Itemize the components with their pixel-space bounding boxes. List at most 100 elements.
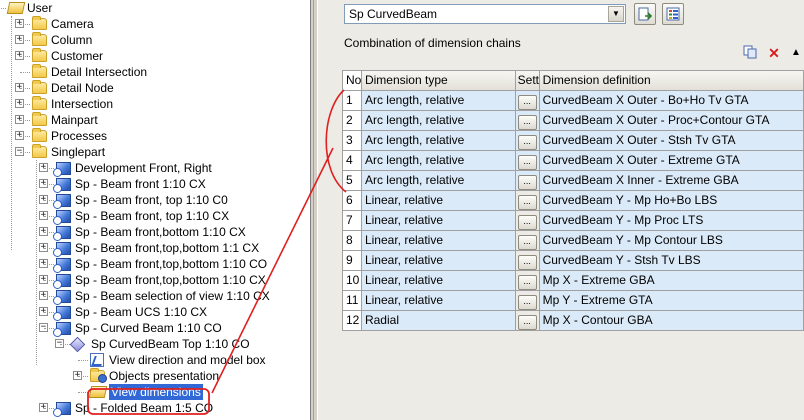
settings-ellipsis-button[interactable]: ... <box>517 315 537 330</box>
save-as-button[interactable] <box>634 3 656 25</box>
tree-node[interactable]: + Development Front, Right <box>0 160 308 177</box>
settings-cell: ... <box>515 311 540 331</box>
table-row[interactable]: 12 Radial... Mp X - Contour GBA <box>343 311 804 331</box>
properties-button[interactable] <box>662 3 684 25</box>
tree-node[interactable]: + Camera <box>0 16 308 32</box>
dimension-definition-cell[interactable]: CurvedBeam Y - Mp Ho+Bo LBS <box>539 191 804 211</box>
row-number[interactable]: 6 <box>343 191 362 211</box>
header-no[interactable]: No <box>343 71 362 91</box>
dimension-definition-cell[interactable]: CurvedBeam X Outer - Bo+Ho Tv GTA <box>539 91 804 111</box>
chevron-down-icon[interactable]: ▼ <box>608 6 624 22</box>
dimension-chain-table: No Dimension type Sett Dimension definit… <box>342 70 804 331</box>
row-number[interactable]: 10 <box>343 271 362 291</box>
header-dimension-definition[interactable]: Dimension definition <box>539 71 804 91</box>
dimension-type-cell[interactable]: Linear, relative <box>361 291 516 311</box>
dimension-definition-cell[interactable]: Mp Y - Extreme GTA <box>539 291 804 311</box>
row-number[interactable]: 12 <box>343 311 362 331</box>
settings-ellipsis-button[interactable]: ... <box>517 235 537 250</box>
tree-node[interactable]: − Sp CurvedBeam Top 1:10 CO <box>0 336 308 353</box>
tree-node[interactable]: + Sp - Beam selection of view 1:10 CX <box>0 288 308 305</box>
dimension-type-cell[interactable]: Linear, relative <box>361 231 516 251</box>
tree-node[interactable]: View dimensions <box>0 384 308 400</box>
tree-node[interactable]: + Objects presentation <box>0 368 308 384</box>
settings-ellipsis-button[interactable]: ... <box>517 115 537 130</box>
dimension-definition-cell[interactable]: CurvedBeam X Outer - Proc+Contour GTA <box>539 111 804 131</box>
tree-node[interactable]: + Mainpart <box>0 112 308 128</box>
dimension-type-cell[interactable]: Linear, relative <box>361 191 516 211</box>
settings-ellipsis-button[interactable]: ... <box>517 135 537 150</box>
settings-ellipsis-button[interactable]: ... <box>517 275 537 290</box>
row-number[interactable]: 9 <box>343 251 362 271</box>
dimension-definition-cell[interactable]: CurvedBeam X Outer - Stsh Tv GTA <box>539 131 804 151</box>
tree-node[interactable]: −User <box>0 0 308 16</box>
table-row[interactable]: 5 Arc length, relative... CurvedBeam X Inn… <box>343 171 804 191</box>
table-row[interactable]: 1 Arc length, relative... CurvedBeam X Out… <box>343 91 804 111</box>
tree-node[interactable]: + Column <box>0 32 308 48</box>
header-settings[interactable]: Sett <box>515 71 540 91</box>
table-row[interactable]: 6 Linear, relative... CurvedBeam Y - Mp Ho… <box>343 191 804 211</box>
dimension-type-cell[interactable]: Radial <box>361 311 516 331</box>
tree-node[interactable]: + Customer <box>0 48 308 64</box>
row-number[interactable]: 11 <box>343 291 362 311</box>
table-row[interactable]: 9 Linear, relative... CurvedBeam Y - Stsh … <box>343 251 804 271</box>
settings-ellipsis-button[interactable]: ... <box>517 195 537 210</box>
table-row[interactable]: 4 Arc length, relative... CurvedBeam X Out… <box>343 151 804 171</box>
dimension-definition-cell[interactable]: CurvedBeam Y - Mp Proc LTS <box>539 211 804 231</box>
tree-node[interactable]: − Singlepart <box>0 144 308 160</box>
tree-node[interactable]: + Sp - Beam front,top,bottom 1:10 CX <box>0 272 308 289</box>
copy-row-button[interactable] <box>742 45 758 61</box>
settings-ellipsis-button[interactable]: ... <box>517 215 537 230</box>
tree-node[interactable]: + Sp - Beam UCS 1:10 CX <box>0 304 308 321</box>
row-number[interactable]: 3 <box>343 131 362 151</box>
settings-ellipsis-button[interactable]: ... <box>517 95 537 110</box>
settings-ellipsis-button[interactable]: ... <box>517 255 537 270</box>
dimension-type-cell[interactable]: Linear, relative <box>361 271 516 291</box>
tree-node[interactable]: + Intersection <box>0 96 308 112</box>
dimension-definition-cell[interactable]: CurvedBeam X Inner - Extreme GBA <box>539 171 804 191</box>
tree-node[interactable]: + Sp - Beam front, top 1:10 CX <box>0 208 308 225</box>
row-number[interactable]: 8 <box>343 231 362 251</box>
dimension-type-cell[interactable]: Linear, relative <box>361 251 516 271</box>
dimension-definition-cell[interactable]: Mp X - Extreme GBA <box>539 271 804 291</box>
settings-ellipsis-button[interactable]: ... <box>517 155 537 170</box>
tree-node[interactable]: + Sp - Beam front,top,bottom 1:1 CX <box>0 240 308 257</box>
settings-ellipsis-button[interactable]: ... <box>517 175 537 190</box>
tree-node[interactable]: + Sp - Beam front,top,bottom 1:10 CO <box>0 256 308 273</box>
tree-node[interactable]: Detail Intersection <box>0 64 308 80</box>
profile-dropdown[interactable]: Sp CurvedBeam ▼ <box>344 4 626 24</box>
tree-node[interactable]: − Sp - Curved Beam 1:10 CO <box>0 320 308 337</box>
dimension-definition-cell[interactable]: Mp X - Contour GBA <box>539 311 804 331</box>
dimension-type-cell[interactable]: Arc length, relative <box>361 151 516 171</box>
table-row[interactable]: 8 Linear, relative... CurvedBeam Y - Mp Co… <box>343 231 804 251</box>
tree-node[interactable]: + Sp - Beam front,bottom 1:10 CX <box>0 224 308 241</box>
table-row[interactable]: 2 Arc length, relative... CurvedBeam X Out… <box>343 111 804 131</box>
row-number[interactable]: 4 <box>343 151 362 171</box>
dimension-type-cell[interactable]: Arc length, relative <box>361 131 516 151</box>
tree-node[interactable]: View direction and model box <box>0 352 308 368</box>
dimension-type-cell[interactable]: Arc length, relative <box>361 171 516 191</box>
row-number[interactable]: 1 <box>343 91 362 111</box>
panel-splitter[interactable] <box>310 0 318 420</box>
tree-node[interactable]: + Detail Node <box>0 80 308 96</box>
tree-node[interactable]: + Sp - Beam front 1:10 CX <box>0 176 308 193</box>
dimension-type-cell[interactable]: Arc length, relative <box>361 91 516 111</box>
row-number[interactable]: 5 <box>343 171 362 191</box>
header-dimension-type[interactable]: Dimension type <box>361 71 516 91</box>
delete-row-button[interactable]: ✕ <box>766 45 782 61</box>
row-number[interactable]: 2 <box>343 111 362 131</box>
dimension-definition-cell[interactable]: CurvedBeam Y - Stsh Tv LBS <box>539 251 804 271</box>
dimension-definition-cell[interactable]: CurvedBeam X Outer - Extreme GTA <box>539 151 804 171</box>
table-row[interactable]: 11 Linear, relative... Mp Y - Extreme GTA <box>343 291 804 311</box>
table-row[interactable]: 3 Arc length, relative... CurvedBeam X Out… <box>343 131 804 151</box>
settings-ellipsis-button[interactable]: ... <box>517 295 537 310</box>
tree-node[interactable]: + Sp - Folded Beam 1:5 CO <box>0 400 308 417</box>
dimension-type-cell[interactable]: Arc length, relative <box>361 111 516 131</box>
tree-node[interactable]: + Sp - Beam front, top 1:10 C0 <box>0 192 308 209</box>
dimension-definition-cell[interactable]: CurvedBeam Y - Mp Contour LBS <box>539 231 804 251</box>
table-row[interactable]: 10 Linear, relative... Mp X - Extreme GBA <box>343 271 804 291</box>
dimension-type-cell[interactable]: Linear, relative <box>361 211 516 231</box>
tree-node[interactable]: + Processes <box>0 128 308 144</box>
row-number[interactable]: 7 <box>343 211 362 231</box>
table-row[interactable]: 7 Linear, relative... CurvedBeam Y - Mp Pr… <box>343 211 804 231</box>
move-up-button[interactable]: ▲ <box>788 45 804 61</box>
